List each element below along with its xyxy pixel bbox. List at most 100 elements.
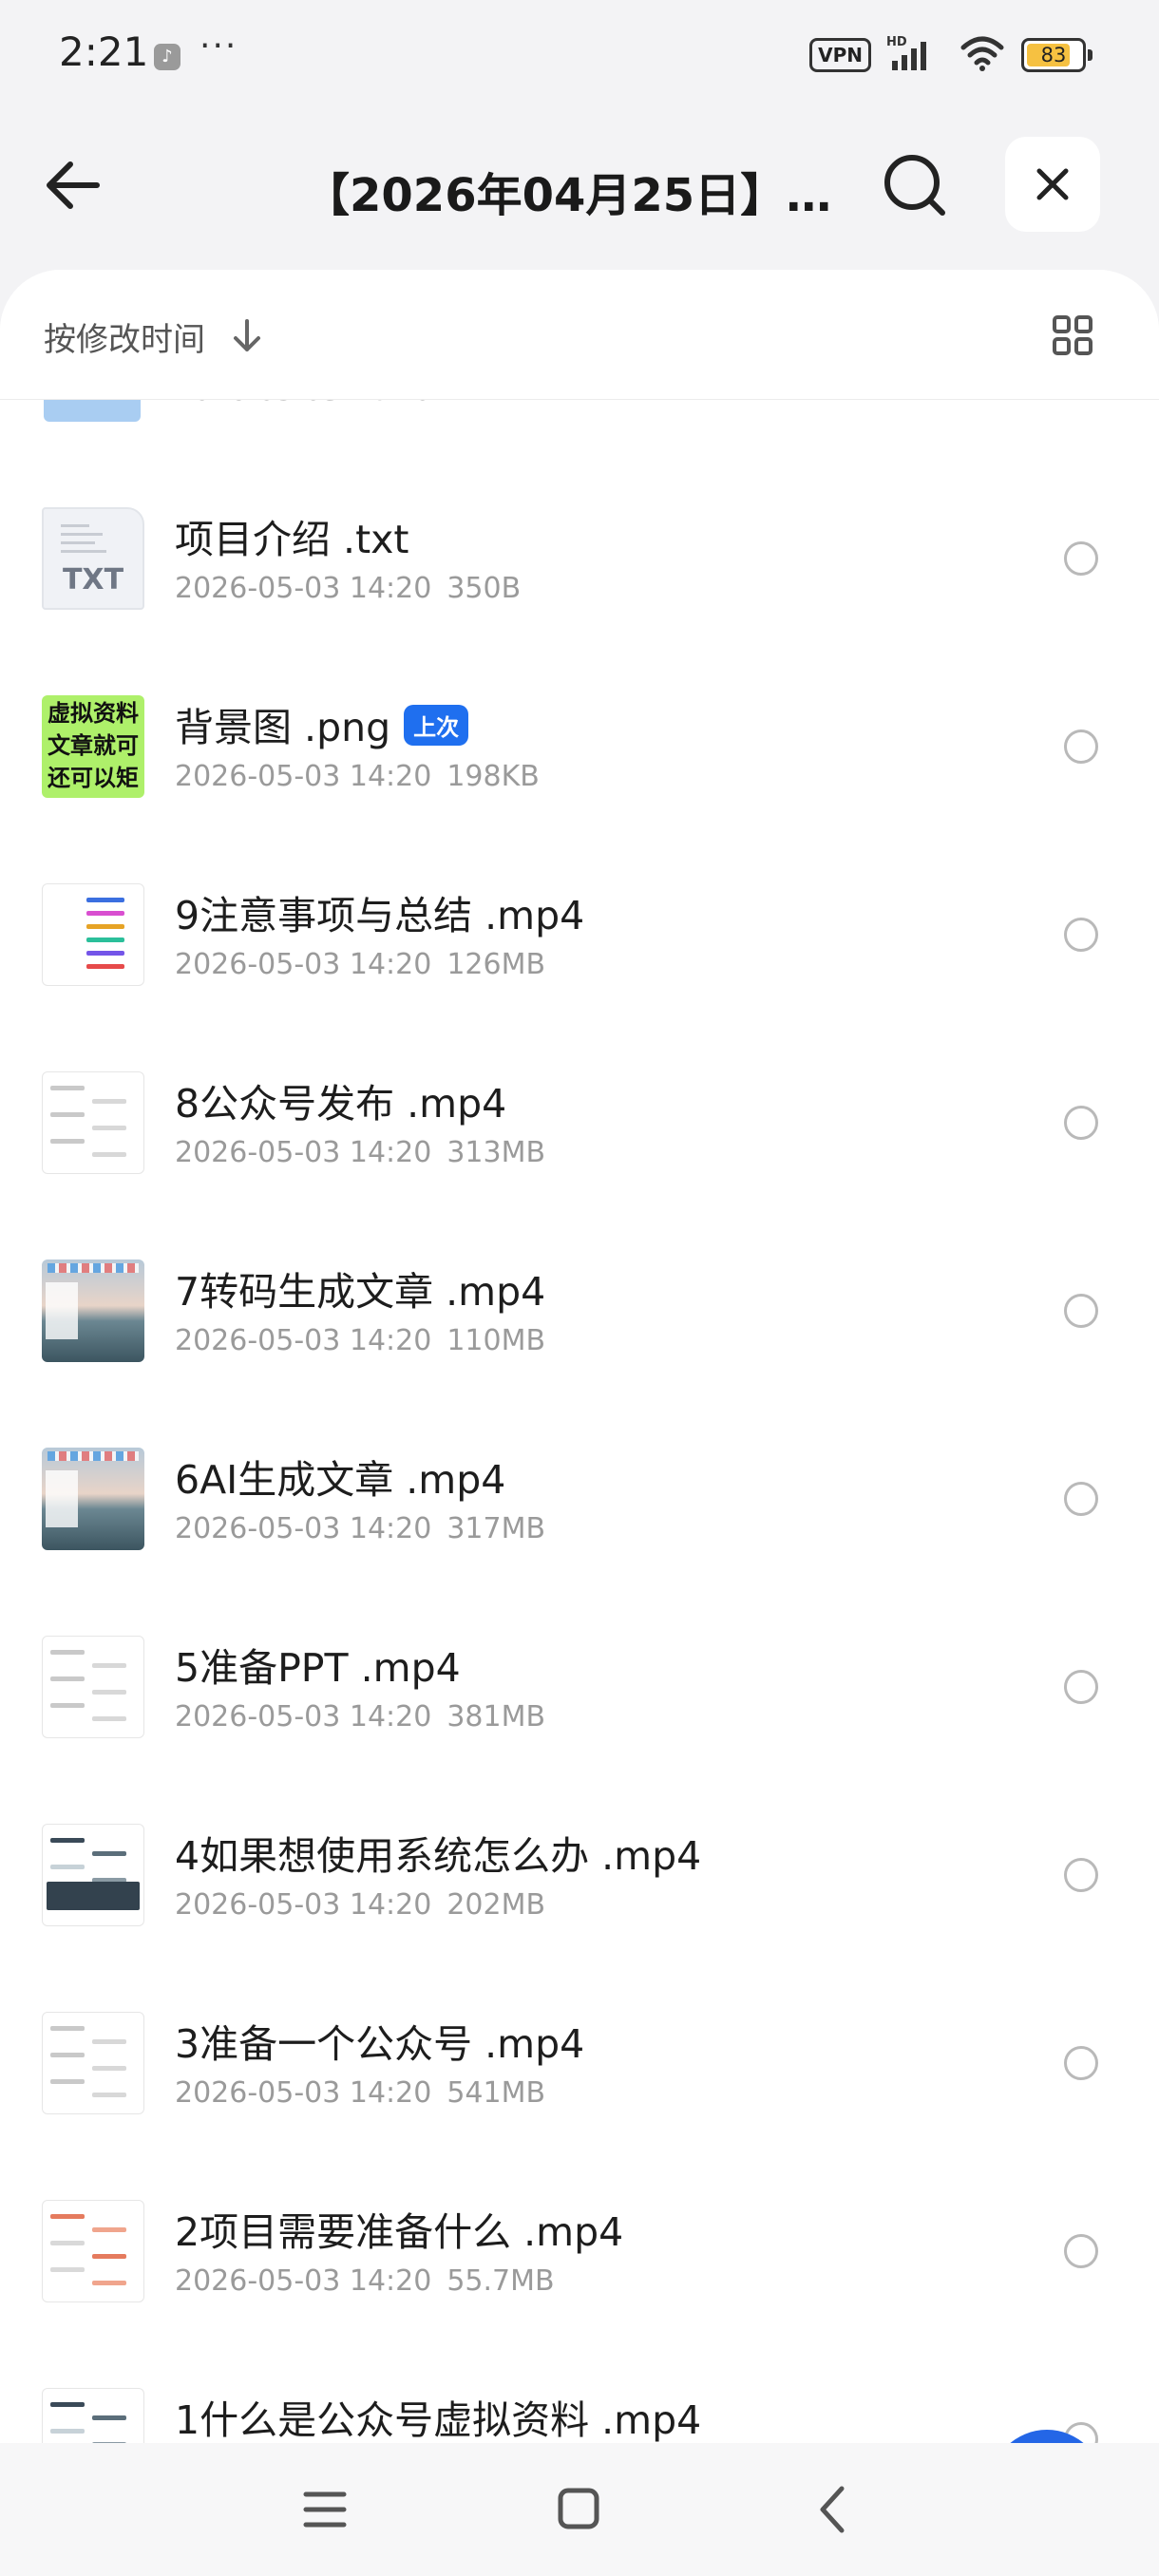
file-size: 317MB [446, 1512, 546, 1545]
file-size: 126MB [446, 948, 546, 981]
search-button[interactable] [874, 144, 956, 226]
file-name-text: 6AI生成文章 .mp4 [175, 1457, 506, 1503]
file-name-text: 1什么是公众号虚拟资料 .mp4 [175, 2397, 702, 2443]
close-button[interactable] [1005, 137, 1100, 232]
file-name-text: 3准备一个公众号 .mp4 [175, 2021, 585, 2067]
navigation-bar [0, 2443, 1159, 2576]
square-home-icon [558, 2488, 599, 2529]
file-row[interactable]: 4如果想使用系统怎么办 .mp4 2026-05-03 14:20 202MB [0, 1782, 1159, 1970]
battery-percent: 83 [1040, 44, 1067, 66]
page-title: 【2026年04月25日】公... [304, 169, 846, 222]
recent-apps-button[interactable] [300, 2481, 350, 2542]
video-thumbnail [42, 2012, 144, 2114]
file-meta: 2026-05-03 14:20 313MB [175, 1136, 545, 1169]
sort-by-modified-button[interactable]: 按修改时间 [44, 313, 205, 360]
hd-label: HD [886, 35, 907, 49]
file-name-text: 项目介绍 .txt [175, 517, 409, 562]
file-meta: 2026-05-03 14:20 381MB [175, 1700, 545, 1733]
file-name: 9注意事项与总结 .mp4 [175, 883, 584, 940]
file-name: 背景图 .png 上次 [175, 695, 469, 752]
file-date: 2026-05-03 14:20 [175, 948, 432, 981]
grid-view-button[interactable] [1049, 312, 1096, 359]
file-meta: 2026-05-03 14:20 317MB [175, 1512, 545, 1545]
video-thumbnail [42, 1636, 144, 1738]
file-name: 7转码生成文章 .mp4 [175, 1260, 545, 1316]
file-row[interactable]: 5准备PPT .mp4 2026-05-03 14:20 381MB [0, 1594, 1159, 1782]
system-back-button[interactable] [809, 2481, 859, 2542]
video-thumbnail [42, 2200, 144, 2302]
arrow-left-icon [47, 161, 100, 209]
status-bar: 2:21 ♪ ··· VPN HD 83 [0, 0, 1159, 114]
last-opened-badge: 上次 [404, 705, 469, 746]
txt-label: TXT [62, 563, 124, 597]
select-checkbox[interactable] [1064, 1106, 1098, 1140]
txt-file-icon: TXT [42, 507, 144, 610]
file-row[interactable]: 8公众号发布 .mp4 2026-05-03 14:20 313MB [0, 1030, 1159, 1218]
video-thumbnail [42, 1824, 144, 1926]
arrow-down-icon[interactable] [230, 317, 264, 359]
file-name-text: 4如果想使用系统怎么办 .mp4 [175, 1833, 702, 1879]
file-date: 2026-05-03 14:20 [175, 1136, 432, 1169]
select-checkbox[interactable] [1064, 1670, 1098, 1704]
select-checkbox[interactable] [1064, 2234, 1098, 2268]
file-meta: 2026-05-03 14:20 202MB [175, 1888, 545, 1922]
file-date: 2026-05-03 14:20 [175, 760, 432, 793]
file-row[interactable]: 3准备一个公众号 .mp4 2026-05-03 14:20 541MB [0, 1970, 1159, 2158]
file-row[interactable]: 6AI生成文章 .mp4 2026-05-03 14:20 317MB [0, 1406, 1159, 1594]
file-row[interactable]: 7转码生成文章 .mp4 2026-05-03 14:20 110MB [0, 1218, 1159, 1406]
file-name: 2项目需要准备什么 .mp4 [175, 2200, 623, 2257]
file-meta: 2026-05-03 14:20 198KB [175, 760, 540, 793]
select-checkbox[interactable] [1064, 729, 1098, 764]
cellular-signal-icon: HD [886, 34, 943, 76]
file-size: 350B [446, 572, 522, 605]
file-name: 项目介绍 .txt [175, 507, 408, 564]
image-thumbnail: 虚拟资料文章就可还可以矩 [42, 695, 144, 798]
file-meta: 2026-05-03 14:20 126MB [175, 948, 545, 981]
file-row[interactable]: 1什么是公众号虚拟资料 .mp4 [0, 2346, 1159, 2443]
file-date: 2026-05-03 14:20 [175, 2264, 432, 2298]
file-name-text: 背景图 .png [175, 705, 391, 750]
select-checkbox[interactable] [1064, 541, 1098, 576]
file-size: 110MB [446, 1324, 546, 1357]
select-checkbox[interactable] [1064, 918, 1098, 952]
select-checkbox[interactable] [1064, 2046, 1098, 2080]
file-row[interactable]: 2项目需要准备什么 .mp4 2026-05-03 14:20 55.7MB [0, 2158, 1159, 2346]
file-name: 4如果想使用系统怎么办 .mp4 [175, 1824, 701, 1881]
file-name-text: 5准备PPT .mp4 [175, 1645, 461, 1691]
file-list-sheet: 按修改时间 2026-05-03 14:20 TXT项目介绍 .txt2026-… [0, 270, 1159, 2443]
file-row[interactable]: 9注意事项与总结 .mp4 2026-05-03 14:20 126MB [0, 842, 1159, 1030]
file-list: 2026-05-03 14:20 TXT 项目介绍 .txt 2026-05-03 … [0, 270, 1159, 2443]
file-size: 381MB [446, 1700, 546, 1733]
tiktok-notification-icon: ♪ [154, 44, 180, 70]
video-thumbnail [42, 2388, 144, 2443]
home-button[interactable] [555, 2481, 604, 2542]
file-size: 55.7MB [446, 2264, 555, 2298]
close-icon [1036, 168, 1069, 200]
select-checkbox[interactable] [1064, 1294, 1098, 1328]
select-checkbox[interactable] [1064, 1858, 1098, 1892]
file-row[interactable]: 虚拟资料 文章就可 还可以矩 背景图 .png 上次 2026-05-03 14:20 19… [0, 653, 1159, 842]
file-date: 2026-05-03 14:20 [175, 572, 432, 605]
file-row[interactable]: TXT 项目介绍 .txt 2026-05-03 14:20 350B [0, 465, 1159, 653]
file-date: 2026-05-03 14:20 [175, 1324, 432, 1357]
vpn-icon: VPN [809, 38, 871, 72]
thumbnail-text: 文章就可 [48, 732, 139, 759]
file-size: 541MB [446, 2076, 546, 2110]
file-size: 198KB [446, 760, 540, 793]
file-meta: 2026-05-03 14:20 350B [175, 572, 521, 605]
thumbnail-text: 还可以矩 [48, 765, 139, 791]
file-name: 6AI生成文章 .mp4 [175, 1448, 505, 1505]
file-date: 2026-05-03 14:20 [175, 1888, 432, 1922]
status-icons: VPN HD 83 [809, 34, 1092, 76]
file-name-text: 9注意事项与总结 .mp4 [175, 893, 585, 938]
status-time: 2:21 [59, 28, 149, 75]
back-button[interactable] [38, 142, 124, 228]
thumbnail-text: 虚拟资料 [48, 700, 139, 727]
select-checkbox[interactable] [1064, 1482, 1098, 1516]
video-thumbnail [42, 1071, 144, 1174]
file-name-text: 7转码生成文章 .mp4 [175, 1269, 546, 1315]
file-name-text: 2项目需要准备什么 .mp4 [175, 2209, 624, 2255]
grid-icon [1053, 315, 1092, 355]
wifi-icon [959, 34, 1006, 76]
video-thumbnail [42, 1260, 144, 1362]
